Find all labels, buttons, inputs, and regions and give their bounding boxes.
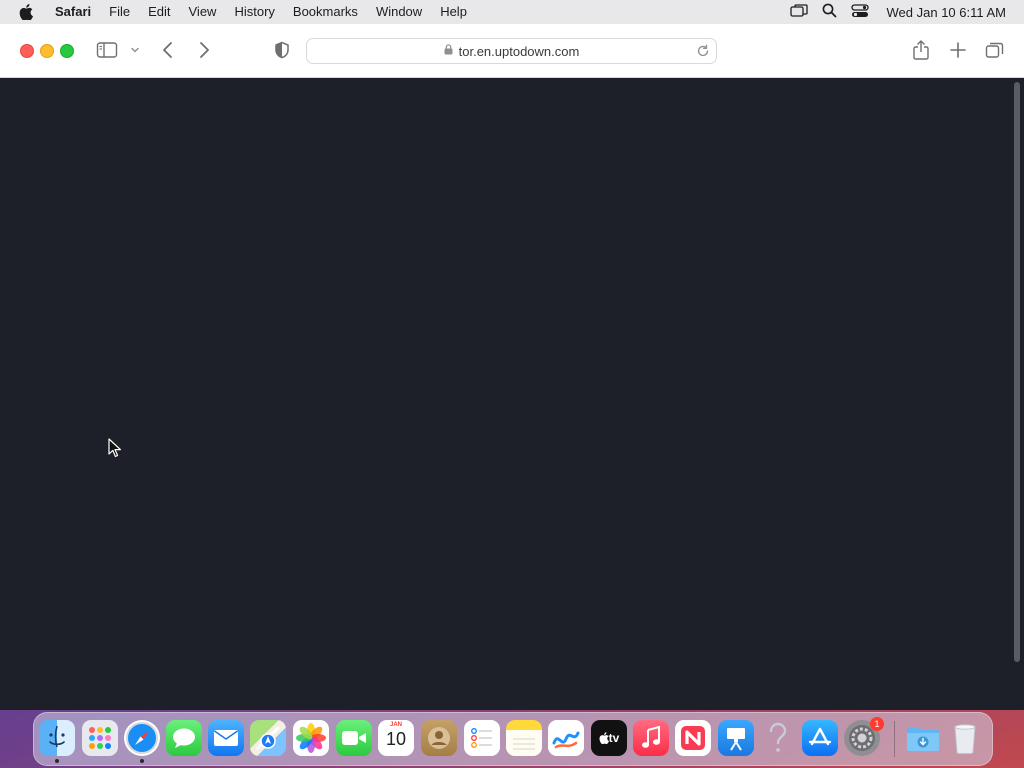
dock: JAN 10 tv 1 (33, 712, 993, 766)
freeform-icon[interactable] (548, 720, 584, 756)
new-tab-plus-icon[interactable] (949, 41, 967, 59)
control-center-icon[interactable] (850, 3, 869, 21)
share-icon[interactable] (912, 39, 930, 61)
tab-overview-icon[interactable] (985, 41, 1005, 59)
system-settings-icon[interactable]: 1 (844, 717, 884, 756)
safari-window: tor.en.uptodown.com (0, 24, 1024, 710)
contacts-icon[interactable] (421, 720, 457, 756)
sidebar-toggle-icon[interactable] (96, 41, 118, 59)
settings-notification-badge: 1 (870, 717, 884, 731)
vertical-scrollbar[interactable] (1010, 78, 1024, 710)
news-icon[interactable] (675, 720, 711, 756)
reload-icon[interactable] (696, 44, 710, 63)
question-mark-icon[interactable] (760, 720, 796, 756)
tab-groups-chevron-down-icon[interactable] (130, 46, 140, 54)
menu-bar: Safari File Edit View History Bookmarks … (0, 0, 1024, 24)
calendar-month: JAN (389, 722, 402, 728)
menu-history[interactable]: History (225, 0, 283, 24)
window-maximize-button[interactable] (60, 44, 74, 58)
tv-icon[interactable]: tv (591, 720, 627, 756)
music-icon[interactable] (633, 720, 669, 756)
menu-window[interactable]: Window (367, 0, 431, 24)
facetime-icon[interactable] (336, 720, 372, 756)
window-close-button[interactable] (20, 44, 34, 58)
menu-bar-clock[interactable]: Wed Jan 10 6:11 AM (887, 5, 1006, 20)
menu-file[interactable]: File (100, 0, 139, 24)
reminders-icon[interactable] (464, 720, 500, 756)
safari-running-indicator (140, 759, 144, 763)
safari-icon[interactable] (124, 720, 160, 756)
browser-toolbar: tor.en.uptodown.com (0, 24, 1024, 78)
tv-label: tv (608, 731, 620, 745)
finder-icon[interactable] (39, 720, 75, 756)
web-page-content[interactable] (0, 78, 1010, 710)
maps-icon[interactable] (250, 720, 286, 756)
menu-app-name[interactable]: Safari (46, 0, 100, 24)
window-minimize-button[interactable] (40, 44, 54, 58)
trash-icon[interactable] (947, 720, 983, 756)
calendar-icon[interactable]: JAN 10 (378, 720, 414, 756)
photos-icon[interactable] (293, 720, 329, 756)
calendar-day: 10 (385, 729, 407, 749)
address-bar[interactable]: tor.en.uptodown.com (306, 38, 717, 64)
menu-help[interactable]: Help (431, 0, 476, 24)
downloads-folder-icon[interactable] (905, 720, 941, 756)
keynote-icon[interactable] (718, 720, 754, 756)
forward-button-chevron-right-icon[interactable] (197, 41, 211, 59)
privacy-report-shield-icon[interactable] (274, 41, 290, 59)
screen-mirroring-icon[interactable] (789, 3, 808, 21)
finder-running-indicator (55, 759, 59, 763)
scrollbar-thumb[interactable] (1014, 82, 1020, 662)
address-bar-url: tor.en.uptodown.com (458, 43, 580, 59)
apple-menu-icon[interactable] (18, 4, 34, 20)
mouse-pointer-icon (108, 438, 122, 463)
messages-icon[interactable] (166, 720, 202, 756)
lock-icon (444, 42, 453, 60)
launchpad-icon[interactable] (82, 720, 118, 756)
menu-edit[interactable]: Edit (139, 0, 179, 24)
app-store-icon[interactable] (802, 720, 838, 756)
menu-bookmarks[interactable]: Bookmarks (284, 0, 367, 24)
menu-view[interactable]: View (180, 0, 226, 24)
spotlight-search-icon[interactable] (822, 3, 837, 21)
dock-separator (894, 721, 895, 757)
back-button-chevron-left-icon[interactable] (161, 41, 175, 59)
notes-icon[interactable] (506, 720, 542, 756)
mail-icon[interactable] (208, 720, 244, 756)
